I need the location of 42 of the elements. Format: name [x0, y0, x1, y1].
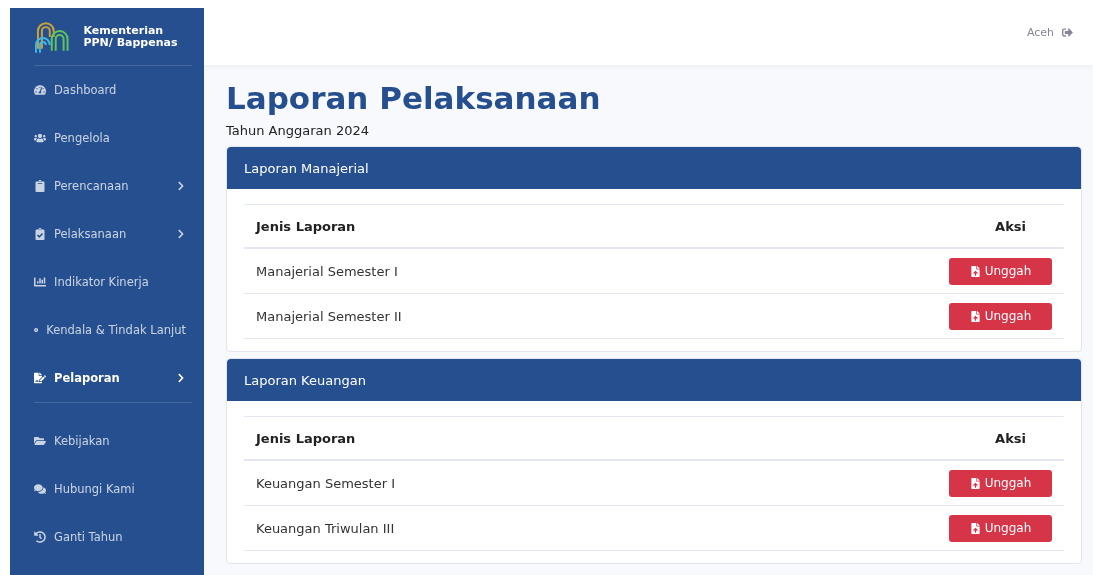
- bar-chart-icon: [34, 276, 46, 288]
- sidebar-item[interactable]: Dashboard: [10, 66, 204, 114]
- upload-button[interactable]: Unggah: [949, 514, 1052, 542]
- table-cell: Manajerial Semester II: [244, 293, 713, 339]
- sidebar-item[interactable]: Hubungi Kami: [10, 465, 204, 513]
- clipboard-check-icon: [34, 228, 46, 240]
- column-header: Aksi: [704, 416, 1064, 460]
- sidebar-item[interactable]: Indikator Kinerja: [10, 258, 204, 306]
- page-title: Laporan Pelaksanaan: [226, 79, 602, 118]
- upload-icon: [969, 522, 981, 534]
- sidebar-item[interactable]: Pengelola: [10, 114, 204, 162]
- folder-icon: [34, 435, 46, 447]
- sidebar-item[interactable]: Pelaksanaan: [10, 210, 204, 258]
- chat-icon: [34, 483, 46, 495]
- table-cell: Manajerial Semester I: [244, 248, 713, 294]
- sidebar-item[interactable]: Kendala & Tindak Lanjut: [10, 306, 204, 354]
- table-cell: Keuangan Semester I: [244, 460, 705, 506]
- users-icon: [34, 132, 46, 144]
- sidebar-item[interactable]: Perencanaan: [10, 162, 204, 210]
- logout-icon[interactable]: [1062, 27, 1073, 38]
- brand-name: Kementerian PPN/ Bappenas: [83, 24, 179, 49]
- table-cell: Keuangan Triwulan III: [244, 505, 705, 551]
- sidebar-item[interactable]: Ganti Tahun: [10, 513, 204, 561]
- card-header: Laporan Keuangan: [227, 359, 1081, 401]
- user-name: Aceh: [1026, 26, 1054, 39]
- column-header: Jenis Laporan: [244, 416, 705, 460]
- upload-button[interactable]: Unggah: [949, 257, 1052, 285]
- file-pen-icon: [34, 372, 46, 384]
- page-subtitle: Tahun Anggaran 2024: [226, 123, 370, 138]
- column-header: Aksi: [712, 204, 1064, 248]
- card-header: Laporan Manajerial: [227, 147, 1081, 189]
- history-icon: [34, 531, 46, 543]
- sidebar-item[interactable]: Kebijakan: [10, 417, 204, 465]
- upload-button[interactable]: Unggah: [949, 302, 1052, 330]
- upload-icon: [969, 477, 981, 489]
- column-header: Jenis Laporan: [244, 204, 713, 248]
- gauge-icon: [34, 84, 46, 96]
- upload-icon: [969, 310, 981, 322]
- upload-button[interactable]: Unggah: [949, 469, 1052, 497]
- clipboard-icon: [34, 180, 46, 192]
- sidebar-item[interactable]: Pelaporan: [10, 354, 204, 402]
- upload-icon: [969, 265, 981, 277]
